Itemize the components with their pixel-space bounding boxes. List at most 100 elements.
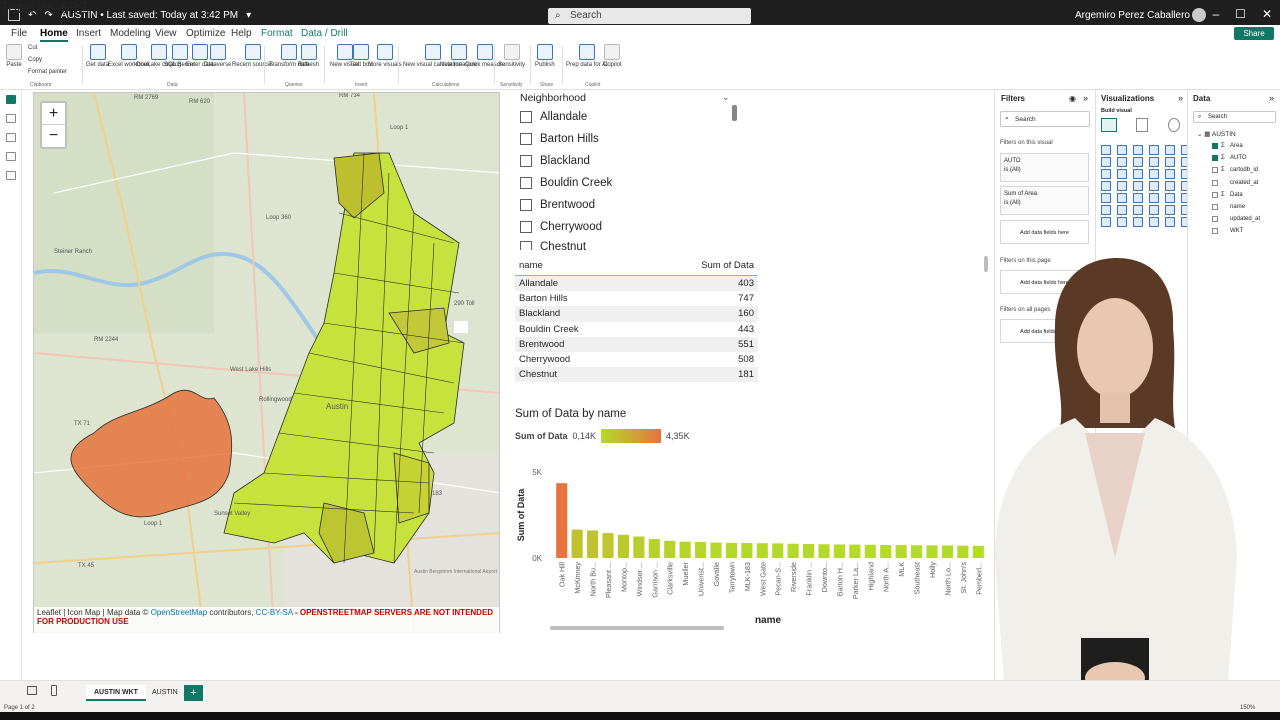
table-row[interactable]: Allandale 403 — [515, 276, 758, 292]
bar[interactable] — [911, 545, 923, 558]
tab-file[interactable]: File — [11, 28, 27, 39]
tab-help[interactable]: Help — [231, 28, 252, 39]
bar-chart[interactable]: 0K 5K Sum of Data Oak Hill McKinney North Bu.… — [510, 460, 988, 630]
license-link[interactable]: CC-BY-SA — [256, 608, 293, 617]
visual-type-icon[interactable] — [1149, 217, 1159, 227]
cut-button[interactable]: Cut — [28, 45, 37, 51]
bar[interactable] — [571, 529, 583, 558]
column-header-value[interactable]: Sum of Data — [701, 260, 754, 271]
visual-type-icon[interactable] — [1101, 145, 1111, 155]
copilot-button[interactable]: Copilot — [603, 44, 622, 69]
checkbox[interactable] — [520, 155, 532, 167]
collapse-icon[interactable]: » — [1083, 93, 1088, 103]
table-row[interactable]: Chestnut 181 — [515, 367, 758, 383]
field-item[interactable]: name — [1212, 204, 1245, 210]
visual-type-icon[interactable] — [1133, 205, 1143, 215]
chevron-down-icon[interactable]: ⌄ — [722, 92, 730, 103]
maximize-icon[interactable]: ☐ — [1235, 7, 1246, 21]
tab-insert[interactable]: Insert — [76, 28, 101, 39]
tab-modeling[interactable]: Modeling — [110, 28, 151, 39]
visual-type-icon[interactable] — [1149, 181, 1159, 191]
bar[interactable] — [849, 544, 861, 558]
eye-icon[interactable]: ◉ — [1069, 94, 1076, 103]
field-item[interactable]: updated_at — [1212, 216, 1260, 223]
slicer-item[interactable]: Barton Hills — [520, 131, 599, 147]
table-row[interactable]: Cherrywood 508 — [515, 352, 758, 367]
build-visual-tab[interactable] — [1101, 118, 1117, 132]
field-item[interactable]: Σ AUTO — [1212, 155, 1247, 162]
avatar[interactable] — [1192, 8, 1206, 22]
bar[interactable] — [803, 544, 815, 558]
filter-card-area[interactable]: Sum of Area is (All) — [1000, 186, 1089, 215]
format-painter-button[interactable]: Format painter — [28, 69, 67, 75]
visual-type-icon[interactable] — [1117, 217, 1127, 227]
table-visual[interactable]: name Sum of Data Allandale 403 Barton Hill… — [515, 256, 758, 383]
bar[interactable] — [664, 540, 676, 558]
paste-button[interactable]: Paste — [6, 44, 22, 69]
close-icon[interactable]: ✕ — [1262, 7, 1272, 21]
visual-type-icon[interactable] — [1165, 169, 1175, 179]
column-header-name[interactable]: name — [519, 260, 543, 271]
visual-type-icon[interactable] — [1165, 205, 1175, 215]
checkbox[interactable] — [520, 133, 532, 145]
visual-type-icon[interactable] — [1165, 157, 1175, 167]
slicer-item[interactable]: Brentwood — [520, 197, 595, 213]
table-node[interactable]: ⌄ ▦ AUSTIN — [1197, 130, 1236, 138]
bar[interactable] — [818, 544, 830, 558]
bar[interactable] — [648, 539, 660, 558]
slicer-item[interactable]: Bouldin Creek — [520, 175, 612, 191]
tab-home[interactable]: Home — [40, 28, 68, 42]
visual-type-icon[interactable] — [1101, 157, 1111, 167]
collapse-icon[interactable]: » — [1269, 93, 1274, 103]
desktop-layout-icon[interactable] — [27, 686, 37, 695]
refresh-button[interactable]: Refresh — [298, 44, 319, 69]
file-title[interactable]: AUSTIN • Last saved: Today at 3:42 PM — [61, 10, 238, 21]
visual-type-icon[interactable] — [1117, 193, 1127, 203]
bar[interactable] — [633, 536, 645, 559]
slicer-item[interactable]: Blackland — [520, 153, 590, 169]
tab-data-drill[interactable]: Data / Drill — [301, 28, 348, 39]
visual-type-icon[interactable] — [1149, 157, 1159, 167]
table-row[interactable]: Barton Hills 747 — [515, 291, 758, 306]
bar[interactable] — [957, 545, 969, 558]
bar[interactable] — [617, 534, 629, 558]
visual-type-icon[interactable] — [1133, 181, 1143, 191]
recent-sources-button[interactable]: Recent sources — [232, 44, 274, 69]
visual-type-icon[interactable] — [1133, 169, 1143, 179]
visual-type-icon[interactable] — [1149, 169, 1159, 179]
bar[interactable] — [941, 545, 953, 558]
filters-search-input[interactable]: ⌕ Search — [1000, 111, 1090, 127]
sensitivity-button[interactable]: Sensitivity — [498, 44, 525, 69]
collapse-icon[interactable]: » — [1178, 93, 1183, 103]
field-checkbox[interactable] — [1212, 155, 1218, 162]
format-visual-tab[interactable] — [1136, 118, 1148, 132]
field-item[interactable]: WKT — [1212, 228, 1243, 235]
bar[interactable] — [602, 533, 614, 558]
bar[interactable] — [741, 543, 753, 558]
visual-type-icon[interactable] — [1101, 217, 1111, 227]
data-search-input[interactable]: ⌕ Search — [1193, 111, 1276, 123]
get-data-button[interactable]: Get data — [86, 44, 109, 69]
checkbox[interactable] — [520, 221, 532, 233]
visual-type-icon[interactable] — [1149, 145, 1159, 155]
more-visuals-button[interactable]: More visuals — [368, 44, 402, 69]
table-row[interactable]: Blackland 160 — [515, 306, 758, 322]
table-row[interactable]: Bouldin Creek 443 — [515, 322, 758, 337]
bar[interactable] — [725, 542, 737, 558]
filter-card-auto[interactable]: AUTO is (All) — [1000, 153, 1089, 182]
visual-type-icon[interactable] — [1149, 193, 1159, 203]
visual-type-icon[interactable] — [1165, 145, 1175, 155]
bar[interactable] — [895, 545, 907, 558]
field-checkbox[interactable] — [1212, 167, 1218, 174]
osm-link[interactable]: OpenStreetMap — [151, 608, 207, 617]
bar[interactable] — [556, 483, 568, 558]
visual-type-icon[interactable] — [1165, 181, 1175, 191]
field-checkbox[interactable] — [1212, 179, 1218, 186]
tab-view[interactable]: View — [155, 28, 177, 39]
share-button[interactable]: Share — [1234, 27, 1274, 40]
slicer-item[interactable]: Allandale — [520, 109, 587, 125]
checkbox[interactable] — [520, 199, 532, 211]
bar[interactable] — [695, 542, 707, 558]
bar[interactable] — [587, 530, 599, 558]
slicer-item[interactable]: Chestnut — [520, 241, 586, 250]
